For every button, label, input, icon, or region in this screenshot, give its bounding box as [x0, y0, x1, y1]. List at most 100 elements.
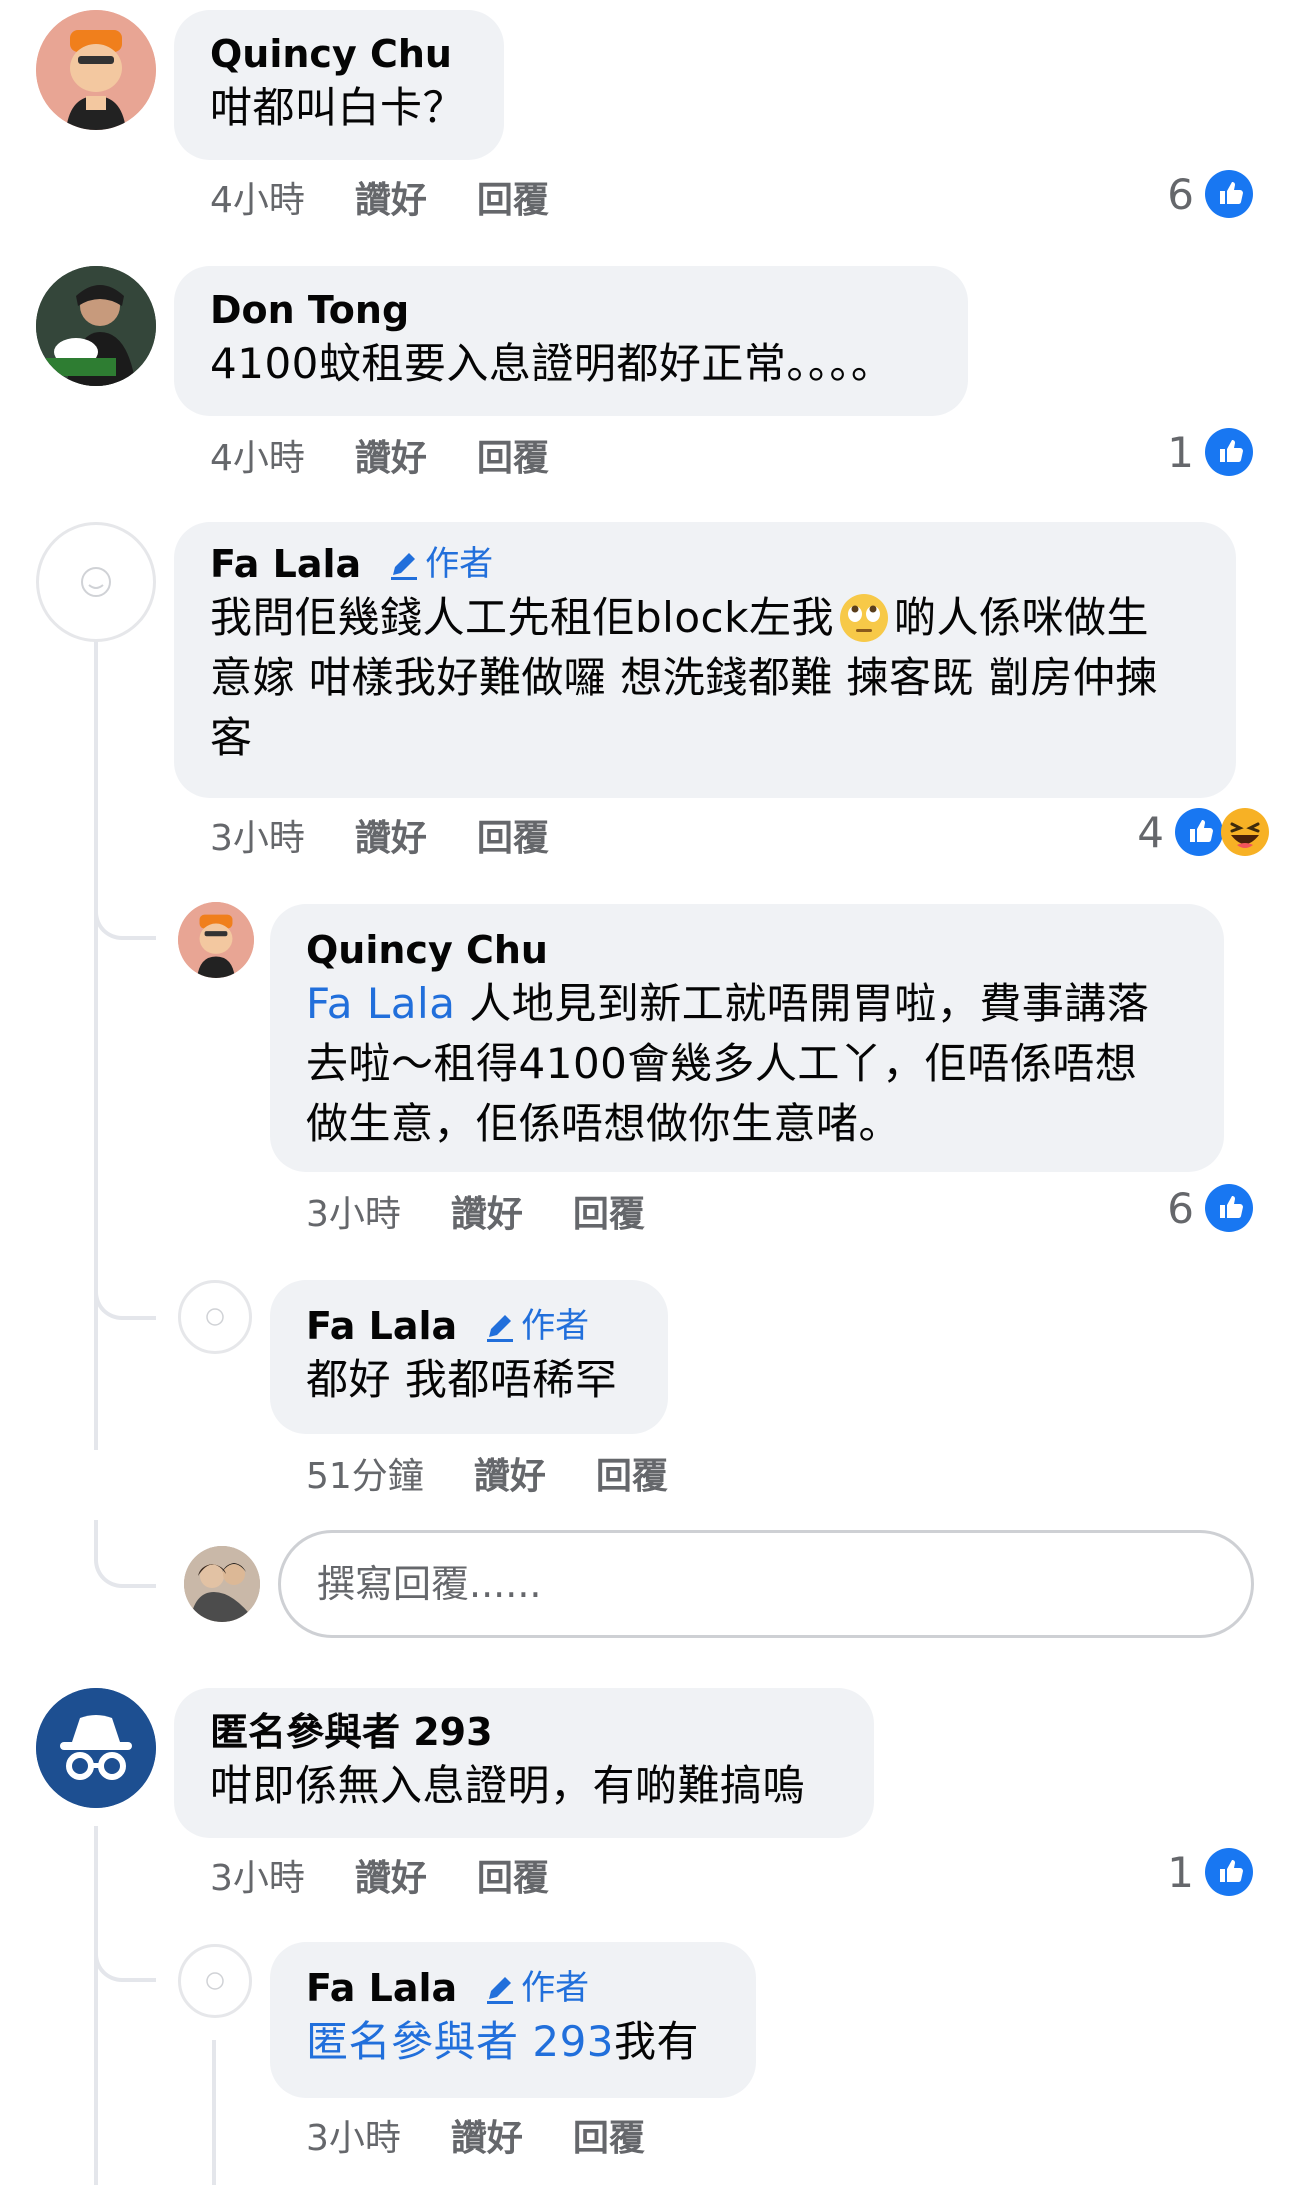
reply-button[interactable]: 回覆 — [573, 2109, 645, 2161]
timestamp[interactable]: 3小時 — [210, 1849, 305, 1901]
reaction-count: 4 — [1137, 807, 1164, 857]
comment-actions: 4小時 讚好 回覆 — [210, 428, 549, 482]
reaction-summary[interactable]: 6 — [1167, 1180, 1254, 1236]
comment-bubble: Don Tong 4100蚊租要入息證明都好正常。。。。 — [174, 266, 968, 416]
author-name[interactable]: Fa Lala — [306, 1302, 457, 1350]
thread-connector — [94, 1910, 156, 1982]
like-button[interactable]: 讚好 — [355, 171, 427, 223]
author-badge: 作者 — [483, 1302, 589, 1350]
reply-button[interactable]: 回覆 — [477, 171, 549, 223]
comment-text: 4100蚊租要入息證明都好正常。。。。 — [210, 339, 894, 388]
comment-text: Fa Lala 人地見到新工就唔開胃啦，費事講落 去啦～租得4100會幾多人工丫… — [306, 974, 1224, 1154]
like-button[interactable]: 讚好 — [355, 809, 427, 861]
comment-actions: 3小時 讚好 回覆 — [306, 2108, 645, 2162]
comment-actions: 3小時 讚好 回覆 — [210, 1848, 549, 1902]
comment-bubble: Fa Lala 作者 我問佢幾錢人工先租佢block左我 啲人係咪做生 意嫁 咁… — [174, 522, 1236, 798]
cartoon-avatar-icon — [178, 902, 254, 978]
anonymous-incognito-icon — [36, 1688, 156, 1808]
timestamp[interactable]: 3小時 — [306, 1185, 401, 1237]
comment-author-name[interactable]: Quincy Chu — [306, 926, 1224, 974]
reaction-summary[interactable]: 4 — [1137, 804, 1270, 860]
comment-author-name[interactable]: Don Tong — [210, 286, 968, 334]
reply-button[interactable]: 回覆 — [477, 809, 549, 861]
profile-photo-icon — [36, 266, 156, 386]
current-user-avatar — [184, 1546, 260, 1622]
reply-input-box[interactable] — [278, 1530, 1254, 1638]
like-button[interactable]: 讚好 — [451, 2109, 523, 2161]
like-icon — [1205, 1184, 1253, 1232]
avatar[interactable] — [178, 902, 254, 978]
reply-button[interactable]: 回覆 — [477, 429, 549, 481]
comment-text-line: 意嫁 咁樣我好難做囉 想洗錢都難 揀客既 劏房仲揀 — [210, 653, 1158, 702]
default-avatar-icon — [206, 1972, 224, 1990]
timestamp[interactable]: 4小時 — [210, 429, 305, 481]
reaction-count: 6 — [1167, 169, 1194, 219]
avatar[interactable] — [36, 10, 156, 130]
timestamp[interactable]: 3小時 — [210, 809, 305, 861]
mention-link[interactable]: Fa Lala — [306, 979, 455, 1028]
comment-text-line: 人地見到新工就唔開胃啦，費事講落 — [455, 979, 1150, 1028]
thread-line — [94, 640, 98, 1450]
like-button[interactable]: 讚好 — [355, 1849, 427, 1901]
timestamp[interactable]: 51分鐘 — [306, 1447, 424, 1499]
reply-button[interactable]: 回覆 — [596, 1447, 668, 1499]
timestamp[interactable]: 4小時 — [210, 171, 305, 223]
avatar[interactable] — [36, 1688, 156, 1808]
thread-line — [94, 1826, 98, 2185]
author-name[interactable]: Fa Lala — [210, 540, 361, 588]
timestamp[interactable]: 3小時 — [306, 2109, 401, 2161]
author-name[interactable]: Fa Lala — [306, 1964, 457, 2012]
thread-line — [212, 2040, 216, 2185]
comment-text: 我問佢幾錢人工先租佢block左我 啲人係咪做生 意嫁 咁樣我好難做囉 想洗錢都… — [210, 588, 1236, 768]
comment-text: 都好 我都唔稀罕 — [306, 1355, 618, 1404]
comment-author-name[interactable]: Quincy Chu — [210, 30, 504, 78]
default-avatar-icon — [81, 567, 111, 597]
comment-text-line: 去啦～租得4100會幾多人工丫，佢唔係唔想 — [306, 1039, 1138, 1088]
comment-actions: 3小時 讚好 回覆 — [306, 1184, 645, 1238]
reply-input[interactable] — [315, 1561, 1251, 1607]
avatar[interactable] — [36, 266, 156, 386]
reaction-summary[interactable]: 1 — [1167, 1844, 1254, 1900]
reaction-summary[interactable]: 1 — [1167, 424, 1254, 480]
reply-button[interactable]: 回覆 — [573, 1185, 645, 1237]
reaction-count: 6 — [1167, 1183, 1194, 1233]
pencil-icon — [487, 1315, 514, 1342]
thread-connector — [94, 1520, 156, 1588]
like-icon — [1205, 170, 1253, 218]
pencil-icon — [487, 1977, 514, 2004]
avatar[interactable] — [36, 522, 156, 642]
face-with-rolling-eyes-icon — [839, 594, 888, 642]
reply-button[interactable]: 回覆 — [477, 1849, 549, 1901]
comment-text-line: 啲人係咪做生 — [893, 593, 1149, 642]
haha-icon — [1221, 808, 1269, 856]
mention-link[interactable]: 匿名參與者 293 — [306, 2017, 614, 2066]
cartoon-avatar-icon — [36, 10, 156, 130]
comment-author-name[interactable]: 匿名參與者 293 — [210, 1708, 874, 1756]
like-button[interactable]: 讚好 — [474, 1447, 546, 1499]
comment-bubble: 匿名參與者 293 咁即係無入息證明，有啲難搞嗚 — [174, 1688, 874, 1838]
reply-bubble: Fa Lala 作者 匿名參與者 293我有 — [270, 1942, 756, 2098]
reaction-summary[interactable]: 6 — [1167, 166, 1254, 222]
avatar[interactable] — [178, 1280, 252, 1354]
like-icon — [1175, 808, 1223, 856]
avatar[interactable] — [178, 1944, 252, 2018]
comment-text: 匿名參與者 293我有 — [306, 2012, 756, 2072]
reply-bubble: Quincy Chu Fa Lala 人地見到新工就唔開胃啦，費事講落 去啦～租… — [270, 904, 1224, 1172]
comment-text: 咁都叫白卡？ — [210, 83, 466, 132]
profile-photo-icon — [184, 1546, 260, 1622]
comment-text: 咁即係無入息證明，有啲難搞嗚 — [210, 1761, 806, 1810]
comment-author-name[interactable]: Fa Lala 作者 — [210, 540, 1236, 588]
thread-connector — [94, 1250, 156, 1320]
like-button[interactable]: 讚好 — [451, 1185, 523, 1237]
thread-connector — [94, 860, 156, 940]
comment-author-name[interactable]: Fa Lala 作者 — [306, 1964, 756, 2012]
comment-author-name[interactable]: Fa Lala 作者 — [306, 1302, 668, 1350]
like-button[interactable]: 讚好 — [355, 429, 427, 481]
author-badge: 作者 — [483, 1964, 589, 2012]
pencil-icon — [391, 553, 418, 580]
default-avatar-icon — [206, 1308, 224, 1326]
like-icon — [1205, 1848, 1253, 1896]
comment-actions: 3小時 讚好 回覆 — [210, 808, 549, 862]
comment-actions: 51分鐘 讚好 回覆 — [306, 1446, 668, 1500]
comment-bubble: Quincy Chu 咁都叫白卡？ — [174, 10, 504, 160]
